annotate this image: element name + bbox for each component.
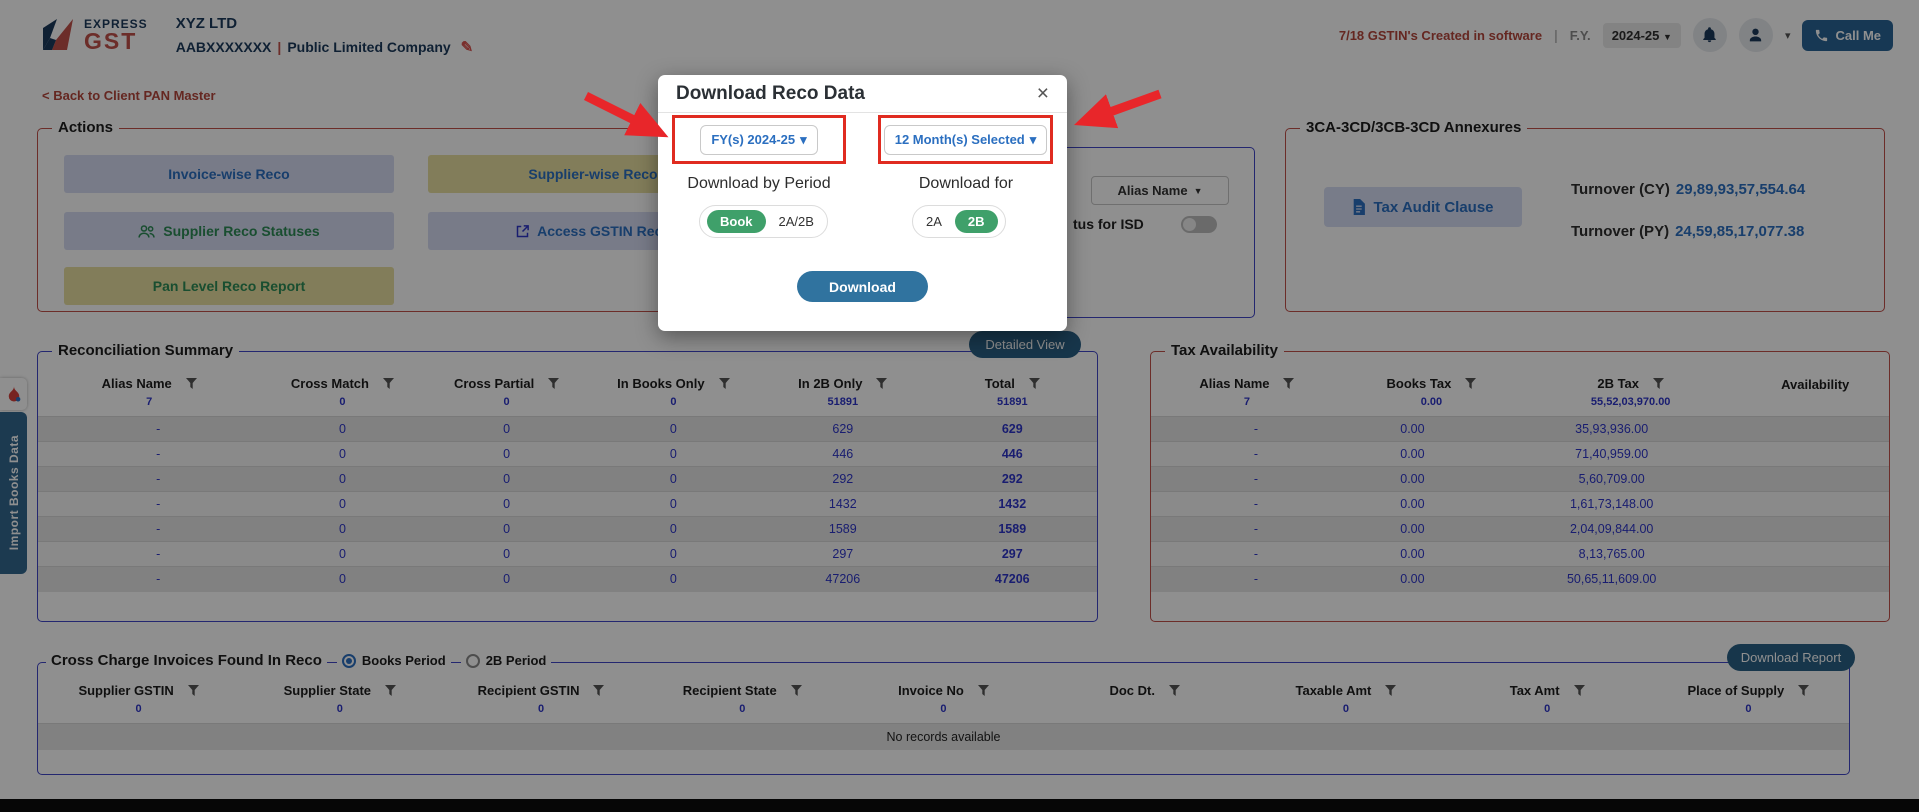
period-toggle-2a2b[interactable]: 2A/2B	[773, 210, 820, 233]
caret-down-icon: ▾	[800, 131, 807, 147]
fy-dropdown[interactable]: FY(s) 2024-25 ▾	[700, 124, 818, 155]
download-by-period-label: Download by Period	[687, 175, 831, 192]
caret-down-icon: ▾	[1029, 131, 1037, 147]
months-highlight-box: 12 Month(s) Selected ▾	[878, 115, 1053, 164]
for-toggle-2b[interactable]: 2B	[954, 210, 998, 233]
modal-title: Download Reco Data	[676, 82, 865, 104]
close-icon[interactable]: ×	[1037, 83, 1049, 104]
months-dropdown[interactable]: 12 Month(s) Selected ▾	[883, 124, 1048, 155]
fy-highlight-box: FY(s) 2024-25 ▾	[672, 115, 846, 164]
download-for-label: Download for	[918, 175, 1014, 192]
period-toggle[interactable]: Book 2A/2B	[699, 205, 828, 238]
download-button[interactable]: Download	[797, 271, 928, 302]
download-reco-data-modal: Download Reco Data × FY(s) 2024-25 ▾ 12 M…	[658, 75, 1067, 331]
period-toggle-book[interactable]: Book	[707, 210, 766, 233]
page: EXPRESS GST XYZ LTD AABXXXXXXX | Public Li…	[0, 0, 1919, 812]
for-toggle[interactable]: 2A 2B	[912, 205, 1006, 238]
for-toggle-2a[interactable]: 2A	[920, 210, 948, 233]
